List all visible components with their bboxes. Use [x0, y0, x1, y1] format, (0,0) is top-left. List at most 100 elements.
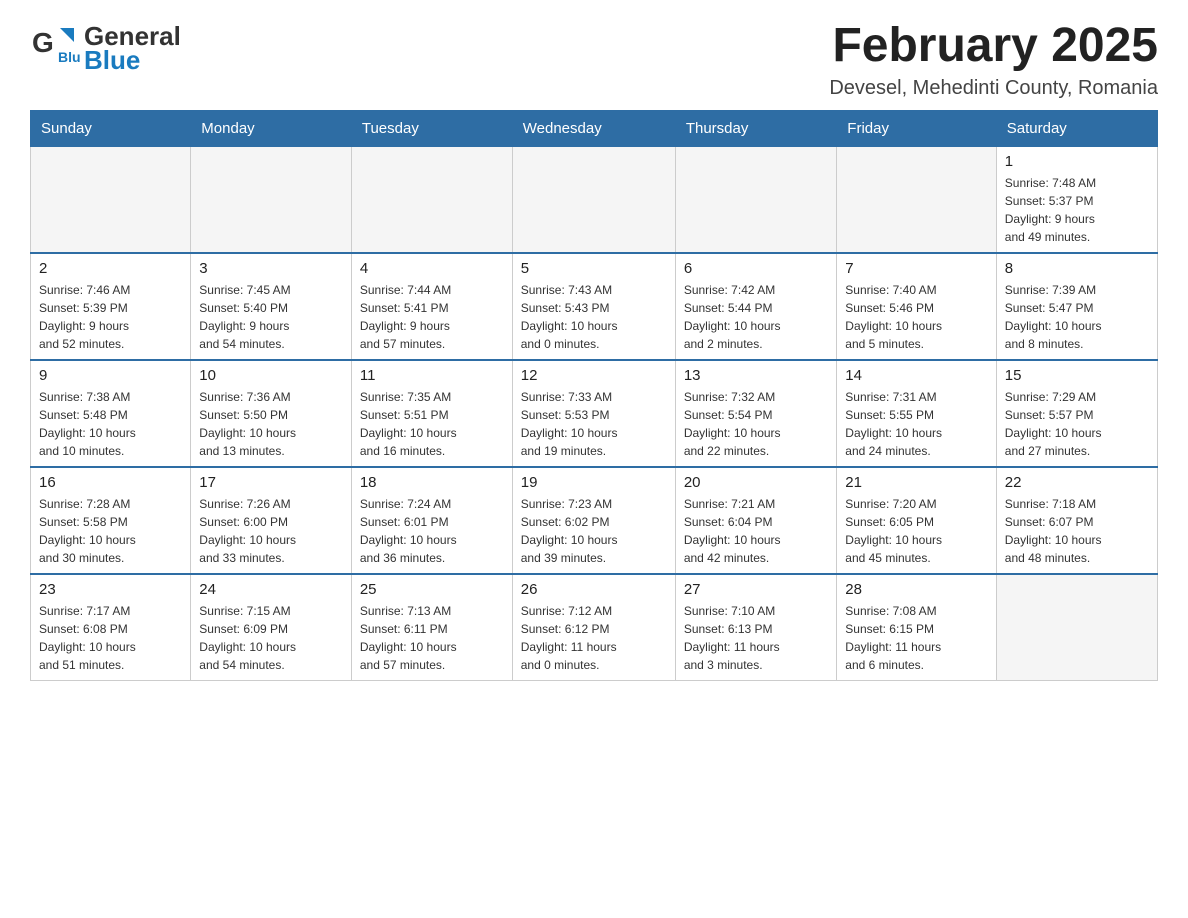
day-number: 2: [39, 260, 182, 277]
title-block: February 2025 Devesel, Mehedinti County,…: [829, 20, 1158, 100]
weekday-header-thursday: Thursday: [675, 111, 836, 146]
day-info: Sunrise: 7:18 AM Sunset: 6:07 PM Dayligh…: [1005, 495, 1149, 567]
day-number: 6: [684, 260, 828, 277]
calendar-day-cell: 6 Sunrise: 7:42 AM Sunset: 5:44 PM Daylig…: [675, 253, 836, 360]
day-info: Sunrise: 7:10 AM Sunset: 6:13 PM Dayligh…: [684, 602, 828, 674]
weekday-header-wednesday: Wednesday: [512, 111, 675, 146]
day-info: Sunrise: 7:29 AM Sunset: 5:57 PM Dayligh…: [1005, 388, 1149, 460]
svg-text:G: G: [32, 27, 54, 58]
calendar-day-cell: 11 Sunrise: 7:35 AM Sunset: 5:51 PM Dayli…: [351, 360, 512, 467]
day-number: 19: [521, 474, 667, 491]
day-number: 21: [845, 474, 987, 491]
day-number: 3: [199, 260, 343, 277]
day-number: 13: [684, 367, 828, 384]
day-number: 5: [521, 260, 667, 277]
day-number: 15: [1005, 367, 1149, 384]
location-subtitle: Devesel, Mehedinti County, Romania: [829, 77, 1158, 100]
day-info: Sunrise: 7:13 AM Sunset: 6:11 PM Dayligh…: [360, 602, 504, 674]
calendar-day-cell: [996, 574, 1157, 681]
calendar-week-row: 1 Sunrise: 7:48 AM Sunset: 5:37 PM Daylig…: [31, 146, 1158, 253]
day-info: Sunrise: 7:46 AM Sunset: 5:39 PM Dayligh…: [39, 281, 182, 353]
calendar-day-cell: 10 Sunrise: 7:36 AM Sunset: 5:50 PM Dayli…: [191, 360, 352, 467]
day-info: Sunrise: 7:12 AM Sunset: 6:12 PM Dayligh…: [521, 602, 667, 674]
day-number: 22: [1005, 474, 1149, 491]
calendar-day-cell: 18 Sunrise: 7:24 AM Sunset: 6:01 PM Dayli…: [351, 467, 512, 574]
svg-text:Blue: Blue: [58, 49, 80, 65]
day-number: 11: [360, 367, 504, 384]
calendar-day-cell: 17Sunrise: 7:26 AM Sunset: 6:00 PM Dayli…: [191, 467, 352, 574]
day-number: 14: [845, 367, 987, 384]
day-info: Sunrise: 7:20 AM Sunset: 6:05 PM Dayligh…: [845, 495, 987, 567]
day-info: Sunrise: 7:32 AM Sunset: 5:54 PM Dayligh…: [684, 388, 828, 460]
day-number: 12: [521, 367, 667, 384]
page-header: G Blue General Blue February 2025 Devese…: [30, 20, 1158, 100]
day-number: 9: [39, 367, 182, 384]
day-number: 25: [360, 581, 504, 598]
day-number: 4: [360, 260, 504, 277]
calendar-day-cell: 12 Sunrise: 7:33 AM Sunset: 5:53 PM Dayli…: [512, 360, 675, 467]
day-info: Sunrise: 7:15 AM Sunset: 6:09 PM Dayligh…: [199, 602, 343, 674]
day-number: 28: [845, 581, 987, 598]
calendar-week-row: 23Sunrise: 7:17 AM Sunset: 6:08 PM Dayli…: [31, 574, 1158, 681]
day-number: 10: [199, 367, 343, 384]
calendar-day-cell: 14 Sunrise: 7:31 AM Sunset: 5:55 PM Dayli…: [837, 360, 996, 467]
day-number: 27: [684, 581, 828, 598]
calendar-day-cell: 22 Sunrise: 7:18 AM Sunset: 6:07 PM Dayli…: [996, 467, 1157, 574]
day-info: Sunrise: 7:35 AM Sunset: 5:51 PM Dayligh…: [360, 388, 504, 460]
calendar-week-row: 2 Sunrise: 7:46 AM Sunset: 5:39 PM Daylig…: [31, 253, 1158, 360]
logo-graphic: G Blue: [30, 20, 80, 75]
day-info: Sunrise: 7:36 AM Sunset: 5:50 PM Dayligh…: [199, 388, 343, 460]
calendar-day-cell: [351, 146, 512, 253]
day-number: 16: [39, 474, 182, 491]
calendar-day-cell: 21 Sunrise: 7:20 AM Sunset: 6:05 PM Dayli…: [837, 467, 996, 574]
calendar-week-row: 16Sunrise: 7:28 AM Sunset: 5:58 PM Dayli…: [31, 467, 1158, 574]
day-number: 18: [360, 474, 504, 491]
calendar-day-cell: 20 Sunrise: 7:21 AM Sunset: 6:04 PM Dayli…: [675, 467, 836, 574]
day-number: 20: [684, 474, 828, 491]
logo: G Blue General Blue: [30, 20, 181, 75]
calendar-day-cell: 28 Sunrise: 7:08 AM Sunset: 6:15 PM Dayli…: [837, 574, 996, 681]
calendar-day-cell: [512, 146, 675, 253]
day-info: Sunrise: 7:08 AM Sunset: 6:15 PM Dayligh…: [845, 602, 987, 674]
day-info: Sunrise: 7:33 AM Sunset: 5:53 PM Dayligh…: [521, 388, 667, 460]
calendar-day-cell: 19 Sunrise: 7:23 AM Sunset: 6:02 PM Dayli…: [512, 467, 675, 574]
calendar-day-cell: 24Sunrise: 7:15 AM Sunset: 6:09 PM Dayli…: [191, 574, 352, 681]
calendar-day-cell: 1 Sunrise: 7:48 AM Sunset: 5:37 PM Daylig…: [996, 146, 1157, 253]
day-info: Sunrise: 7:21 AM Sunset: 6:04 PM Dayligh…: [684, 495, 828, 567]
calendar-table: SundayMondayTuesdayWednesdayThursdayFrid…: [30, 110, 1158, 681]
calendar-day-cell: 26Sunrise: 7:12 AM Sunset: 6:12 PM Dayli…: [512, 574, 675, 681]
day-info: Sunrise: 7:40 AM Sunset: 5:46 PM Dayligh…: [845, 281, 987, 353]
calendar-day-cell: 27 Sunrise: 7:10 AM Sunset: 6:13 PM Dayli…: [675, 574, 836, 681]
day-info: Sunrise: 7:26 AM Sunset: 6:00 PM Dayligh…: [199, 495, 343, 567]
day-info: Sunrise: 7:39 AM Sunset: 5:47 PM Dayligh…: [1005, 281, 1149, 353]
weekday-header-tuesday: Tuesday: [351, 111, 512, 146]
calendar-day-cell: 9Sunrise: 7:38 AM Sunset: 5:48 PM Daylig…: [31, 360, 191, 467]
calendar-day-cell: 5 Sunrise: 7:43 AM Sunset: 5:43 PM Daylig…: [512, 253, 675, 360]
logo-text-block: General Blue: [84, 23, 181, 73]
day-info: Sunrise: 7:31 AM Sunset: 5:55 PM Dayligh…: [845, 388, 987, 460]
day-info: Sunrise: 7:48 AM Sunset: 5:37 PM Dayligh…: [1005, 174, 1149, 246]
day-number: 23: [39, 581, 182, 598]
day-info: Sunrise: 7:43 AM Sunset: 5:43 PM Dayligh…: [521, 281, 667, 353]
calendar-header-row: SundayMondayTuesdayWednesdayThursdayFrid…: [31, 111, 1158, 146]
calendar-day-cell: 13 Sunrise: 7:32 AM Sunset: 5:54 PM Dayli…: [675, 360, 836, 467]
day-number: 1: [1005, 153, 1149, 170]
weekday-header-saturday: Saturday: [996, 111, 1157, 146]
calendar-week-row: 9Sunrise: 7:38 AM Sunset: 5:48 PM Daylig…: [31, 360, 1158, 467]
calendar-day-cell: 16Sunrise: 7:28 AM Sunset: 5:58 PM Dayli…: [31, 467, 191, 574]
calendar-day-cell: 7Sunrise: 7:40 AM Sunset: 5:46 PM Daylig…: [837, 253, 996, 360]
calendar-day-cell: 15 Sunrise: 7:29 AM Sunset: 5:57 PM Dayli…: [996, 360, 1157, 467]
day-info: Sunrise: 7:44 AM Sunset: 5:41 PM Dayligh…: [360, 281, 504, 353]
day-info: Sunrise: 7:23 AM Sunset: 6:02 PM Dayligh…: [521, 495, 667, 567]
calendar-day-cell: [31, 146, 191, 253]
weekday-header-sunday: Sunday: [31, 111, 191, 146]
month-title: February 2025: [829, 20, 1158, 73]
calendar-day-cell: [675, 146, 836, 253]
calendar-day-cell: 3 Sunrise: 7:45 AM Sunset: 5:40 PM Daylig…: [191, 253, 352, 360]
day-info: Sunrise: 7:42 AM Sunset: 5:44 PM Dayligh…: [684, 281, 828, 353]
day-info: Sunrise: 7:24 AM Sunset: 6:01 PM Dayligh…: [360, 495, 504, 567]
calendar-day-cell: [191, 146, 352, 253]
day-info: Sunrise: 7:45 AM Sunset: 5:40 PM Dayligh…: [199, 281, 343, 353]
calendar-day-cell: 23Sunrise: 7:17 AM Sunset: 6:08 PM Dayli…: [31, 574, 191, 681]
weekday-header-friday: Friday: [837, 111, 996, 146]
